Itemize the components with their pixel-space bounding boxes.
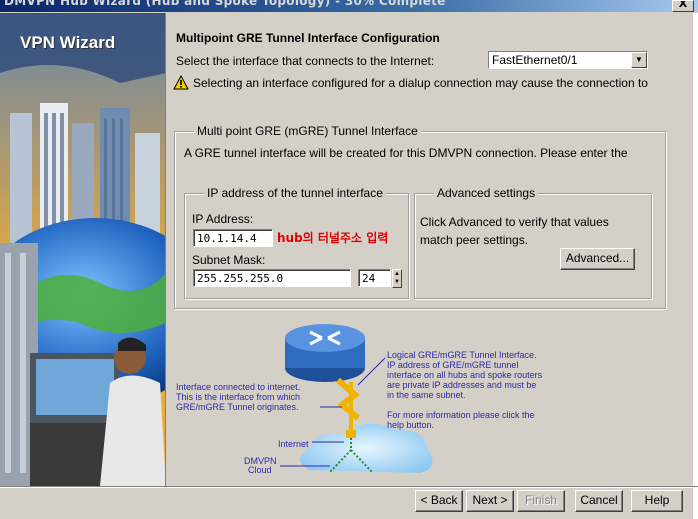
chevron-down-icon[interactable]: ▼	[631, 52, 647, 68]
router-icon	[285, 324, 365, 382]
korean-annotation: hub의 터널주소 입력	[277, 231, 389, 245]
finish-button[interactable]: Finish	[517, 490, 565, 512]
title-bar: DMVPN Hub Wizard (Hub and Spoke Topology…	[0, 0, 698, 12]
window-title: DMVPN Hub Wizard (Hub and Spoke Topology…	[4, 0, 446, 8]
interface-select-value: FastEthernet0/1	[492, 53, 578, 67]
back-button[interactable]: < Back	[415, 490, 463, 512]
diagram-left-note: Interface connected to internet. This is…	[176, 382, 301, 412]
advanced-text-line2: match peer settings.	[420, 233, 529, 247]
sidebar-illustration	[0, 13, 165, 486]
vpn-wizard-label: VPN Wizard	[20, 33, 116, 52]
subnet-mask-input[interactable]: 255.255.255.0	[193, 269, 351, 287]
ip-address-label: IP Address:	[192, 212, 254, 226]
advanced-text-line1: Click Advanced to verify that values	[420, 215, 609, 229]
advanced-group-legend: Advanced settings	[434, 186, 539, 200]
warning-icon	[173, 75, 189, 90]
subnet-mask-label: Subnet Mask:	[192, 253, 266, 267]
mgre-description: A GRE tunnel interface will be created f…	[184, 146, 628, 160]
cancel-button[interactable]: Cancel	[575, 490, 623, 512]
prefix-spinner[interactable]: ▲ ▼	[392, 269, 402, 288]
ip-address-input[interactable]: 10.1.14.4	[193, 229, 273, 247]
advanced-button[interactable]: Advanced...	[560, 248, 635, 270]
next-button[interactable]: Next >	[466, 490, 514, 512]
diagram-help-note: For more information please click the he…	[387, 410, 535, 430]
window-edge	[693, 13, 698, 519]
close-button[interactable]: X	[672, 0, 694, 12]
ip-group-legend: IP address of the tunnel interface	[204, 186, 386, 200]
mgre-group-legend: Multi point GRE (mGRE) Tunnel Interface	[194, 124, 421, 138]
prefix-length-input[interactable]: 24	[358, 269, 391, 287]
warning-text: Selecting an interface configured for a …	[193, 76, 648, 90]
help-button[interactable]: Help	[631, 490, 683, 512]
diagram-internet-label: Internet	[278, 439, 309, 449]
diagram-cloud-label: Cloud	[248, 465, 272, 475]
footer-separator	[0, 486, 698, 488]
wizard-sidebar: VPN Wizard	[0, 13, 166, 486]
interface-prompt: Select the interface that connects to th…	[176, 54, 435, 68]
diagram-right-note: Logical GRE/mGRE Tunnel Interface. IP ad…	[387, 350, 543, 400]
page-title: Multipoint GRE Tunnel Interface Configur…	[176, 31, 440, 45]
interface-select[interactable]: FastEthernet0/1 ▼	[488, 51, 648, 69]
